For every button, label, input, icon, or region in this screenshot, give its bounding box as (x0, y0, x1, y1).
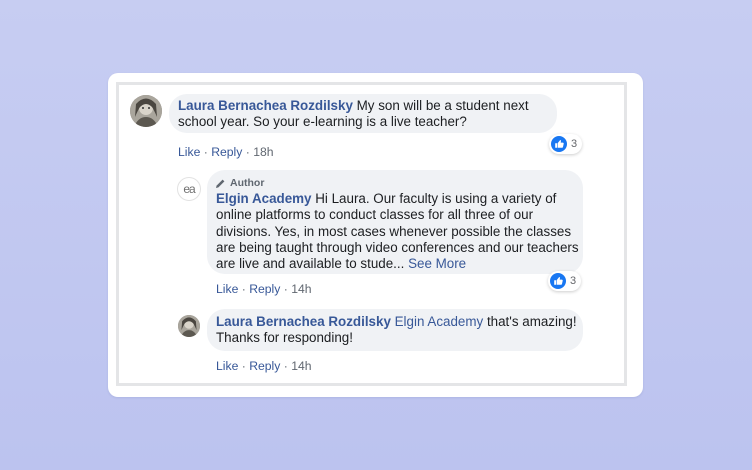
reaction-count-badge[interactable]: 3 (549, 134, 583, 154)
separator: · (280, 359, 292, 373)
comment-author-name[interactable]: Elgin Academy (216, 191, 312, 206)
separator: · (238, 282, 250, 296)
reply-button[interactable]: Reply (249, 282, 280, 296)
comment-author-name[interactable]: Laura Bernachea Rozdilsky (178, 98, 353, 113)
comment-bubble-3: Laura Bernachea Rozdilsky Elgin Academy … (207, 309, 583, 351)
comment-timestamp[interactable]: 14h (291, 282, 311, 296)
comment-thread: Laura Bernachea Rozdilsky My son will be… (116, 82, 627, 386)
comment-timestamp[interactable]: 18h (253, 145, 273, 159)
pencil-icon (216, 179, 225, 188)
comment-actions-1: Like · Reply · 18h (178, 145, 274, 159)
separator: · (280, 282, 292, 296)
comment-timestamp[interactable]: 14h (291, 359, 311, 373)
reply-button[interactable]: Reply (249, 359, 280, 373)
comment-actions-2: Like · Reply · 14h (216, 282, 312, 296)
author-badge: Author (215, 175, 264, 191)
reaction-count-badge[interactable]: 3 (548, 271, 582, 291)
author-badge-label: Author (230, 177, 265, 189)
comment-bubble-2: Author Elgin Academy Hi Laura. Our facul… (207, 170, 583, 274)
reaction-count: 3 (570, 275, 577, 287)
laura-avatar[interactable] (178, 315, 200, 337)
screenshot-card: Laura Bernachea Rozdilsky My son will be… (108, 73, 643, 397)
like-button[interactable]: Like (216, 359, 238, 373)
reply-button[interactable]: Reply (211, 145, 242, 159)
like-reaction-icon (551, 136, 567, 152)
separator: · (200, 145, 212, 159)
like-reaction-icon (550, 273, 566, 289)
comment-bubble-1: Laura Bernachea Rozdilsky My son will be… (169, 94, 557, 133)
see-more-link[interactable]: See More (408, 256, 466, 271)
like-button[interactable]: Like (216, 282, 238, 296)
mention-link[interactable]: Elgin Academy (395, 314, 484, 329)
comment-text-line: divisions. Yes, in most cases whenever p… (216, 223, 572, 239)
reaction-count: 3 (571, 138, 578, 150)
comment-text-line: online platforms to conduct classes for … (216, 207, 534, 223)
laura-avatar[interactable] (130, 95, 162, 127)
comment-text-line: that's amazing! (486, 314, 577, 329)
elgin-academy-logo-icon: ea (183, 182, 195, 196)
comment-text-line: Hi Laura. Our faculty is using a variety… (315, 191, 557, 206)
comment-actions-3: Like · Reply · 14h (216, 359, 312, 373)
user-photo-icon (178, 315, 200, 337)
separator: · (238, 359, 250, 373)
elgin-academy-avatar[interactable]: ea (177, 177, 201, 201)
comment-author-name[interactable]: Laura Bernachea Rozdilsky (216, 314, 391, 329)
separator: · (242, 145, 254, 159)
like-button[interactable]: Like (178, 145, 200, 159)
comment-text-line: are live and available to stude... (216, 256, 405, 272)
comment-text-line: are being taught through video conferenc… (216, 239, 579, 255)
comment-text-line: Thanks for responding! (216, 330, 353, 346)
user-photo-icon (130, 95, 162, 127)
